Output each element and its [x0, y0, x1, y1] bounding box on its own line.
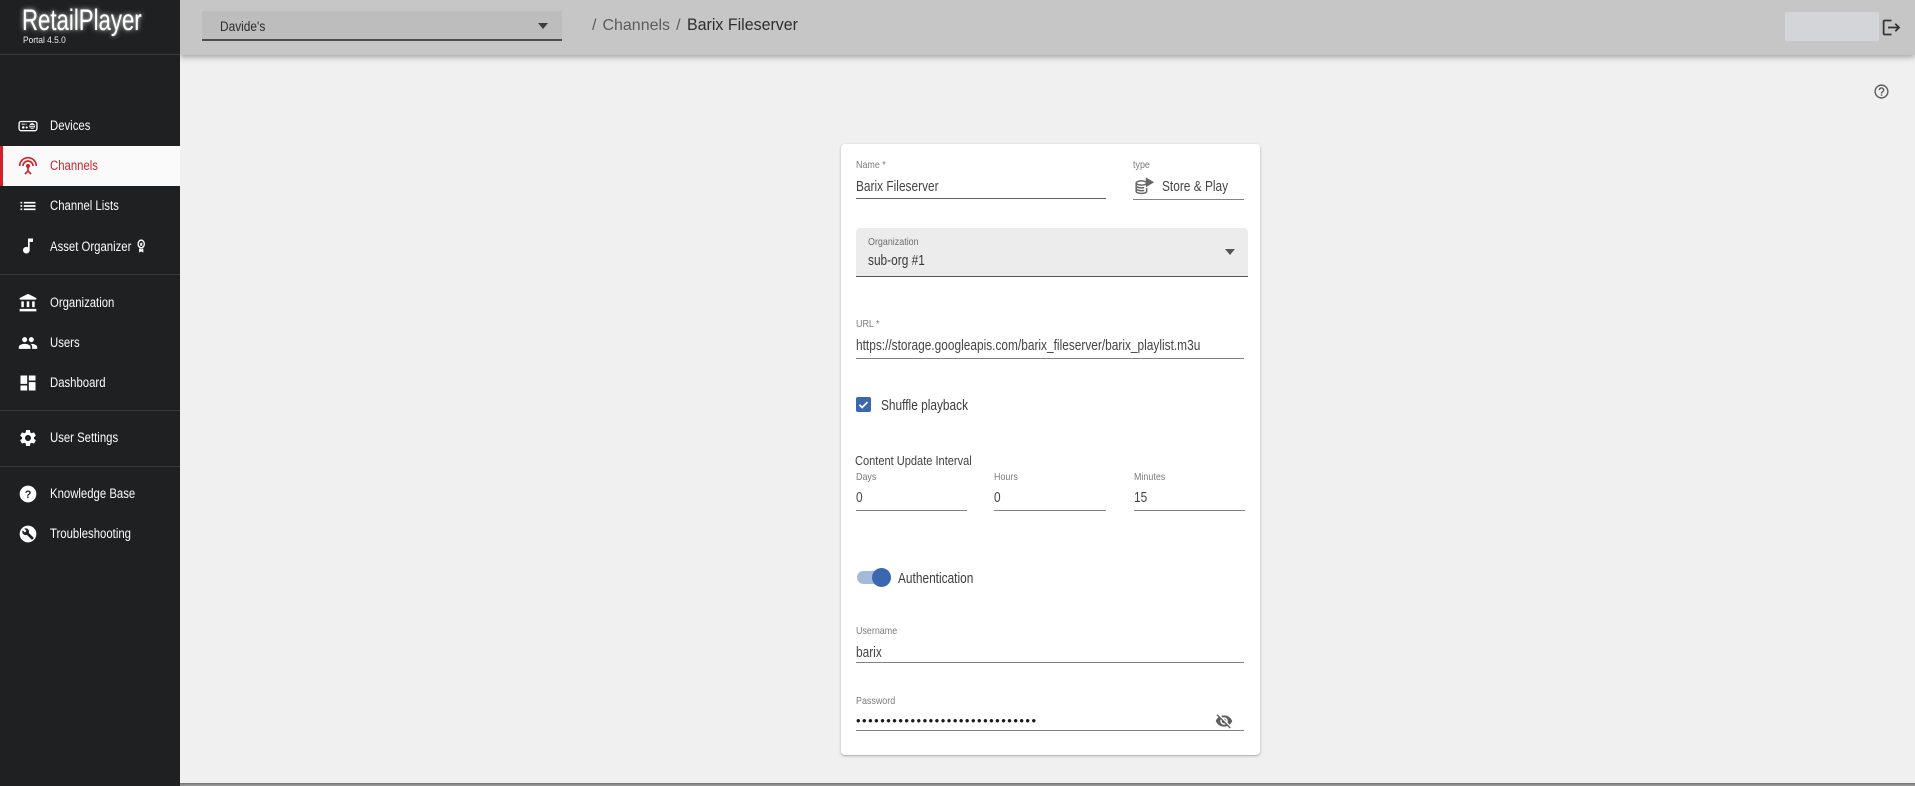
svg-text:?: ? — [25, 489, 32, 501]
